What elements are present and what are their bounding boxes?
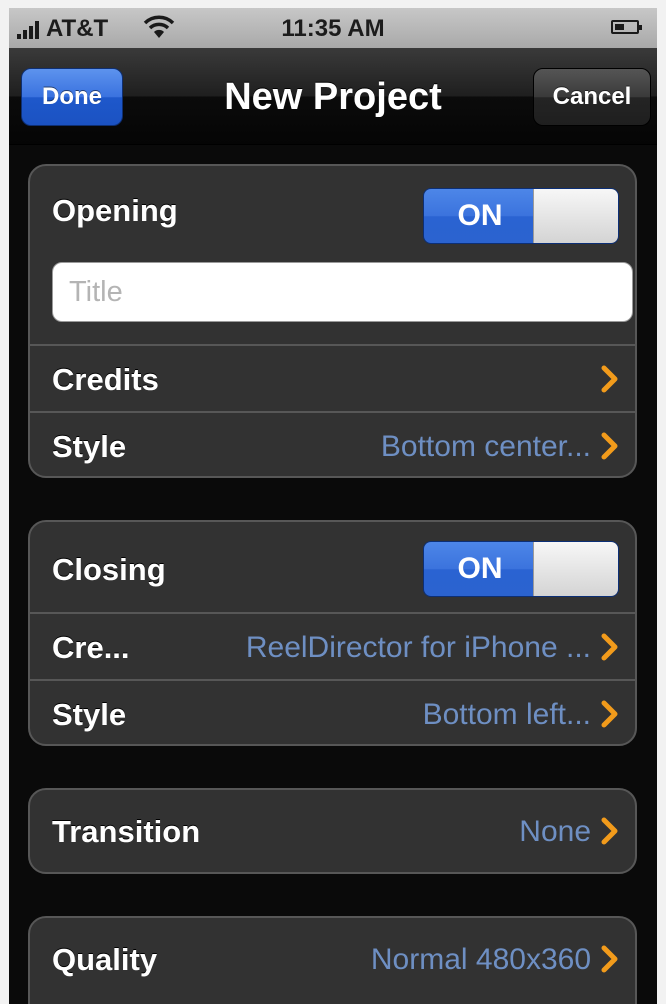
chevron-right-icon (597, 816, 623, 846)
closing-row: Closing ON (30, 522, 635, 612)
transition-row[interactable]: Transition None (30, 790, 635, 872)
opening-toggle-on-label: ON (424, 189, 536, 243)
status-bar: AT&T 11:35 AM (9, 8, 657, 48)
closing-style-row[interactable]: Style Bottom left... (30, 679, 635, 744)
closing-label: Closing (52, 552, 166, 587)
closing-section: Closing ON Cre... ReelDirector for iPhon… (28, 520, 637, 746)
opening-section: Opening ON Credits Style Bottom center..… (28, 164, 637, 478)
closing-credits-value: ReelDirector for iPhone ... (245, 631, 591, 664)
opening-style-row[interactable]: Style Bottom center... (30, 411, 635, 476)
opening-style-value: Bottom center... (380, 430, 591, 463)
opening-label: Opening (52, 193, 178, 228)
closing-toggle-on-label: ON (424, 542, 536, 596)
phone-screen: AT&T 11:35 AM Done New Project Cancel Op… (9, 8, 657, 1004)
closing-style-value: Bottom left... (422, 698, 591, 731)
quality-label: Quality (52, 942, 158, 977)
quality-value: Normal 480x360 (370, 943, 591, 976)
opening-row: Opening ON (30, 166, 635, 344)
title-input[interactable] (52, 262, 633, 322)
quality-section: Quality Normal 480x360 (28, 916, 637, 1004)
chevron-right-icon (597, 632, 623, 662)
chevron-right-icon (597, 364, 623, 394)
closing-credits-label: Cre... (52, 630, 130, 665)
navigation-bar: Done New Project Cancel (9, 48, 657, 145)
chevron-right-icon (597, 944, 623, 974)
closing-toggle[interactable]: ON (423, 541, 619, 597)
opening-style-label: Style (52, 429, 127, 464)
cancel-button[interactable]: Cancel (533, 68, 651, 126)
chevron-right-icon (597, 699, 623, 729)
opening-credits-label: Credits (52, 362, 159, 397)
opening-toggle[interactable]: ON (423, 188, 619, 244)
transition-value: None (519, 815, 591, 848)
closing-style-label: Style (52, 697, 127, 732)
status-time: 11:35 AM (281, 15, 385, 42)
transition-label: Transition (52, 814, 201, 849)
battery-icon (611, 20, 642, 34)
toggle-knob (533, 542, 618, 596)
quality-row[interactable]: Quality Normal 480x360 (30, 918, 635, 1004)
closing-credits-row[interactable]: Cre... ReelDirector for iPhone ... (30, 612, 635, 679)
opening-credits-row[interactable]: Credits (30, 344, 635, 411)
toggle-knob (533, 189, 618, 243)
chevron-right-icon (597, 431, 623, 461)
transition-section: Transition None (28, 788, 637, 874)
